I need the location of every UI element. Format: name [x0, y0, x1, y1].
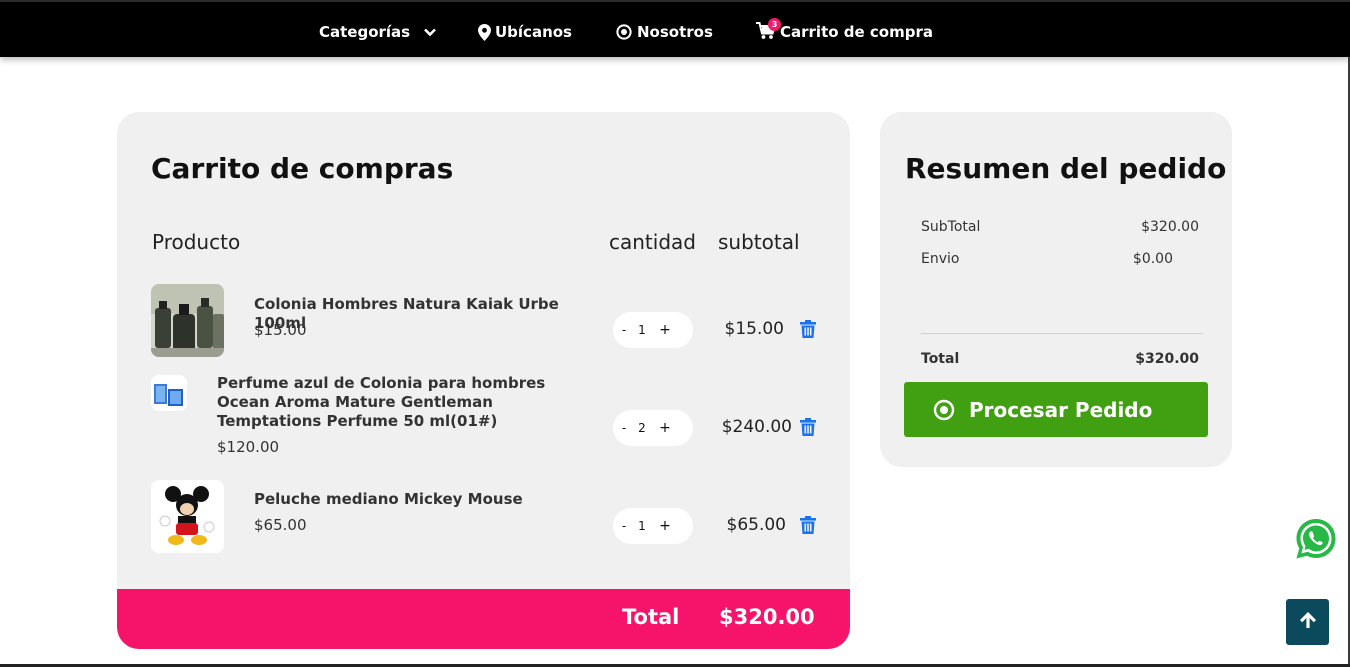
chevron-down-icon	[424, 28, 437, 37]
product-price: $120.00	[217, 438, 280, 456]
quantity-stepper: - 2 +	[613, 410, 693, 446]
row-subtotal: $240.00	[721, 417, 792, 437]
decrease-quantity-button[interactable]: -	[617, 323, 631, 337]
cart-item-row: Peluche mediano Mickey Mouse $65.00 - 1 …	[117, 478, 850, 556]
summary-shipping-label: Envio	[921, 251, 960, 267]
cart-total-bar: Total $320.00	[117, 589, 850, 649]
cart-total-value: $320.00	[719, 605, 815, 629]
nav-about-label: Nosotros	[637, 23, 713, 41]
summary-subtotal-label: SubTotal	[921, 219, 981, 235]
process-order-button[interactable]: Procesar Pedido	[904, 382, 1208, 437]
order-summary-panel: Resumen del pedido SubTotal $320.00 Envi…	[880, 112, 1232, 467]
whatsapp-icon[interactable]	[1294, 517, 1338, 561]
decrease-quantity-button[interactable]: -	[617, 421, 631, 435]
nav-cart-label: Carrito de compra	[780, 23, 933, 41]
nav-location-label: Ubícanos	[495, 23, 572, 41]
column-header-quantity: cantidad	[609, 230, 696, 254]
increase-quantity-button[interactable]: +	[657, 322, 673, 338]
product-price: $15.00	[254, 321, 307, 339]
summary-title: Resumen del pedido	[905, 152, 1227, 185]
increase-quantity-button[interactable]: +	[657, 518, 673, 534]
column-header-subtotal: subtotal	[718, 230, 800, 254]
nav-categories-label: Categorías	[319, 23, 411, 41]
summary-total-label: Total	[921, 351, 960, 367]
target-icon	[616, 24, 637, 40]
nav-about[interactable]: Nosotros	[616, 21, 713, 43]
map-pin-icon	[478, 23, 495, 41]
trash-icon[interactable]	[800, 516, 816, 534]
nav-location[interactable]: Ubícanos	[478, 21, 572, 43]
arrow-up-icon	[1298, 610, 1318, 634]
product-image-cologne-bottles[interactable]	[151, 284, 224, 357]
summary-divider	[921, 333, 1203, 334]
summary-total-value: $320.00	[1135, 351, 1199, 367]
radio-circle-icon	[933, 399, 955, 421]
quantity-stepper: - 1 +	[613, 508, 693, 544]
back-to-top-button[interactable]	[1286, 599, 1329, 645]
nav-cart[interactable]: 3 Carrito de compra	[756, 18, 933, 43]
cart-panel: Carrito de compras Producto cantidad sub…	[117, 112, 850, 649]
increase-quantity-button[interactable]: +	[657, 420, 673, 436]
nav-categories[interactable]: Categorías	[319, 21, 437, 43]
quantity-value: 1	[638, 519, 646, 533]
top-navbar: Categorías Ubícanos Nosotros 3 Carrito d…	[0, 0, 1350, 57]
cart-item-row: Perfume azul de Colonia para hombres Oce…	[117, 372, 850, 462]
quantity-value: 1	[638, 323, 646, 337]
cart-total-label: Total	[622, 605, 680, 629]
decrease-quantity-button[interactable]: -	[617, 519, 631, 533]
quantity-stepper: - 1 +	[613, 312, 693, 348]
quantity-value: 2	[638, 421, 646, 435]
product-image-mickey-plush[interactable]	[151, 480, 224, 553]
cart-item-row: Colonia Hombres Natura Kaiak Urbe 100ml …	[117, 282, 850, 358]
product-price: $65.00	[254, 516, 307, 534]
trash-icon[interactable]	[800, 320, 816, 338]
product-image-blue-perfume[interactable]	[151, 375, 187, 411]
row-subtotal: $65.00	[726, 515, 786, 535]
product-name: Colonia Hombres Natura Kaiak Urbe 100ml	[254, 295, 559, 332]
product-name: Peluche mediano Mickey Mouse	[254, 490, 523, 508]
summary-subtotal-value: $320.00	[1141, 219, 1199, 235]
cart-count-badge: 3	[768, 18, 781, 31]
column-header-product: Producto	[152, 230, 241, 254]
trash-icon[interactable]	[800, 418, 816, 436]
cart-title: Carrito de compras	[151, 152, 454, 185]
row-subtotal: $15.00	[724, 319, 784, 339]
shopping-cart-icon: 3	[756, 18, 781, 42]
product-name: Perfume azul de Colonia para hombres Oce…	[217, 374, 546, 430]
summary-shipping-value: $0.00	[1132, 251, 1173, 267]
process-order-label: Procesar Pedido	[969, 397, 1153, 422]
